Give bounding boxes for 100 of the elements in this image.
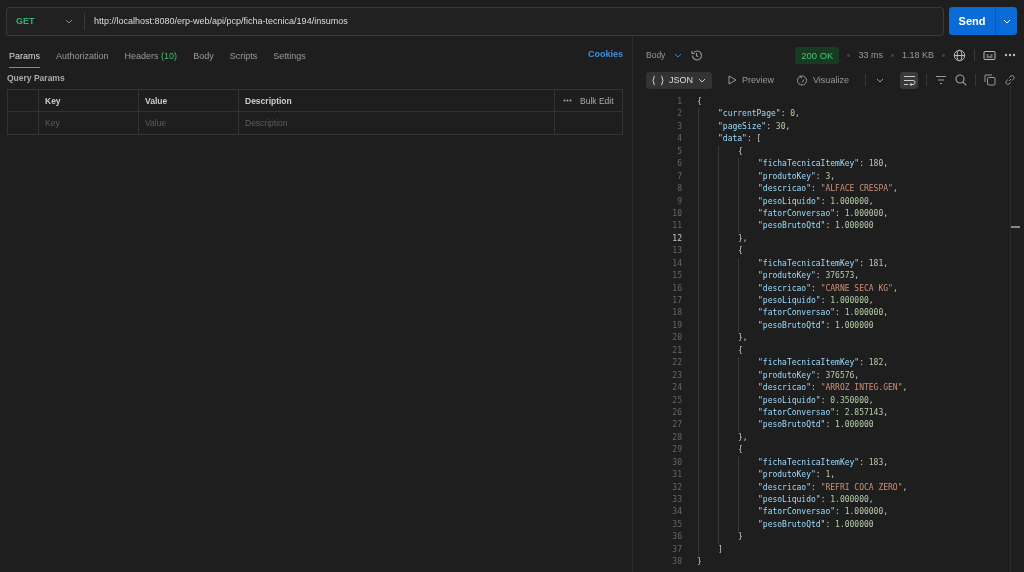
code-line: } xyxy=(697,556,702,569)
code-line: "produtoKey": 376573, xyxy=(758,270,860,283)
view-tab[interactable]: JSON xyxy=(646,71,712,89)
search-icon[interactable] xyxy=(955,74,967,86)
line-number: 3 xyxy=(676,120,682,133)
view-tab[interactable]: Visualize xyxy=(790,71,855,89)
line-number: 7 xyxy=(676,170,682,183)
tab[interactable]: Headers (10) xyxy=(124,45,178,68)
tab[interactable]: Params xyxy=(9,45,40,68)
line-number: 6 xyxy=(676,158,682,171)
line-number: 22 xyxy=(671,357,682,370)
response-time: 33 ms xyxy=(858,50,883,60)
code-line: "fichaTecnicaItemKey": 180, xyxy=(758,158,889,171)
line-number: 24 xyxy=(671,382,682,395)
bulk-edit-link[interactable]: Bulk Edit xyxy=(580,95,614,106)
tab[interactable]: Settings xyxy=(273,45,306,68)
line-number: 8 xyxy=(676,183,682,196)
code-line: "descricao": "ARROZ INTEG.GEN", xyxy=(758,382,908,395)
more-icon[interactable] xyxy=(563,99,572,102)
chevron-down-icon[interactable] xyxy=(875,77,884,83)
code-line: "produtoKey": 1, xyxy=(758,469,836,482)
line-number: 33 xyxy=(671,494,682,506)
line-number: 1 xyxy=(676,96,682,108)
view-tab[interactable]: Preview xyxy=(722,71,781,89)
line-number: 35 xyxy=(671,518,682,531)
line-number: 15 xyxy=(671,270,682,283)
code-line: "pesoLiquido": 1.000000, xyxy=(758,195,874,208)
body-dropdown[interactable]: Body xyxy=(646,50,683,60)
line-number: 34 xyxy=(671,506,682,519)
code-line: "produtoKey": 376576, xyxy=(758,369,860,382)
cookies-link[interactable]: Cookies xyxy=(588,49,623,59)
line-number: 21 xyxy=(671,344,682,357)
column-header: Description xyxy=(239,90,555,111)
line-number: 26 xyxy=(671,406,682,419)
line-number: 10 xyxy=(671,207,682,220)
section-title: Query Params xyxy=(7,73,66,83)
code-line: "fichaTecnicaItemKey": 181, xyxy=(758,257,889,270)
tab[interactable]: Authorization xyxy=(56,45,109,68)
chevron-down-icon xyxy=(1002,18,1011,24)
globe-icon[interactable] xyxy=(953,48,966,62)
history-icon[interactable] xyxy=(690,48,704,62)
tab[interactable]: Scripts xyxy=(229,45,258,68)
code-line: "fatorConversao": 2.857143, xyxy=(758,406,889,419)
line-number: 31 xyxy=(671,469,682,482)
code-line: "pesoBrutoQtd": 1.000000 xyxy=(758,319,874,332)
line-number: 18 xyxy=(671,307,682,320)
line-number: 12 xyxy=(671,232,682,245)
chevron-down-icon xyxy=(698,77,706,83)
column-header: Key xyxy=(39,90,139,111)
code-line: }, xyxy=(738,232,748,245)
line-number: 17 xyxy=(671,295,682,307)
code-line: ] xyxy=(718,543,723,556)
play-icon xyxy=(728,75,737,85)
braces-icon xyxy=(652,74,664,86)
code-line: "fatorConversao": 1.000000, xyxy=(758,307,889,320)
line-number: 29 xyxy=(671,444,682,457)
code-line: "pageSize": 30, xyxy=(718,120,791,133)
tab[interactable]: Body xyxy=(193,45,214,68)
code-line: "produtoKey": 3, xyxy=(758,170,836,183)
save-example-icon[interactable] xyxy=(983,49,996,61)
line-number: 30 xyxy=(671,456,682,469)
status-badge: 200 OK xyxy=(795,46,840,64)
line-number: 32 xyxy=(671,481,682,494)
code-line: "data": [ xyxy=(718,133,762,146)
scrollbar[interactable] xyxy=(1010,86,1020,572)
chevron-down-icon xyxy=(674,52,683,58)
code-line: "currentPage": 0, xyxy=(718,108,800,121)
line-number: 4 xyxy=(676,133,682,146)
code-line: "pesoBrutoQtd": 1.000000 xyxy=(758,518,874,531)
code-line: }, xyxy=(738,431,748,444)
line-number: 37 xyxy=(671,543,682,556)
wrap-icon xyxy=(902,74,916,86)
line-number: 27 xyxy=(671,419,682,432)
more-icon[interactable] xyxy=(1004,53,1016,57)
line-number: 2 xyxy=(676,108,682,121)
code-line: "pesoBrutoQtd": 1.000000 xyxy=(758,419,874,432)
code-line: "descricao": "REFRI COCA ZERO", xyxy=(758,481,908,494)
code-line: "pesoLiquido": 0.350000, xyxy=(758,394,874,407)
line-number: 36 xyxy=(671,531,682,544)
code-line: "pesoLiquido": 1.000000, xyxy=(758,295,874,307)
code-line: { xyxy=(738,145,743,158)
line-number: 38 xyxy=(671,556,682,569)
line-number: 20 xyxy=(671,332,682,345)
code-line: }, xyxy=(738,332,748,345)
copy-icon[interactable] xyxy=(984,74,996,86)
code-line: "fichaTecnicaItemKey": 183, xyxy=(758,456,889,469)
filter-icon[interactable] xyxy=(935,75,947,85)
line-number: 23 xyxy=(671,369,682,382)
line-number: 25 xyxy=(671,394,682,407)
line-number: 11 xyxy=(671,220,682,233)
line-number: 16 xyxy=(671,282,682,295)
code-line: "pesoLiquido": 1.000000, xyxy=(758,494,874,506)
link-icon[interactable] xyxy=(1004,74,1016,86)
code-line: "descricao": "ALFACE CRESPA", xyxy=(758,183,898,196)
wrap-lines-button[interactable] xyxy=(900,71,918,89)
code-line: { xyxy=(697,96,702,108)
gauge-icon xyxy=(796,74,809,86)
column-header: Value xyxy=(139,90,239,111)
code-line: "fatorConversao": 1.000000, xyxy=(758,506,889,519)
line-number: 5 xyxy=(676,145,682,158)
